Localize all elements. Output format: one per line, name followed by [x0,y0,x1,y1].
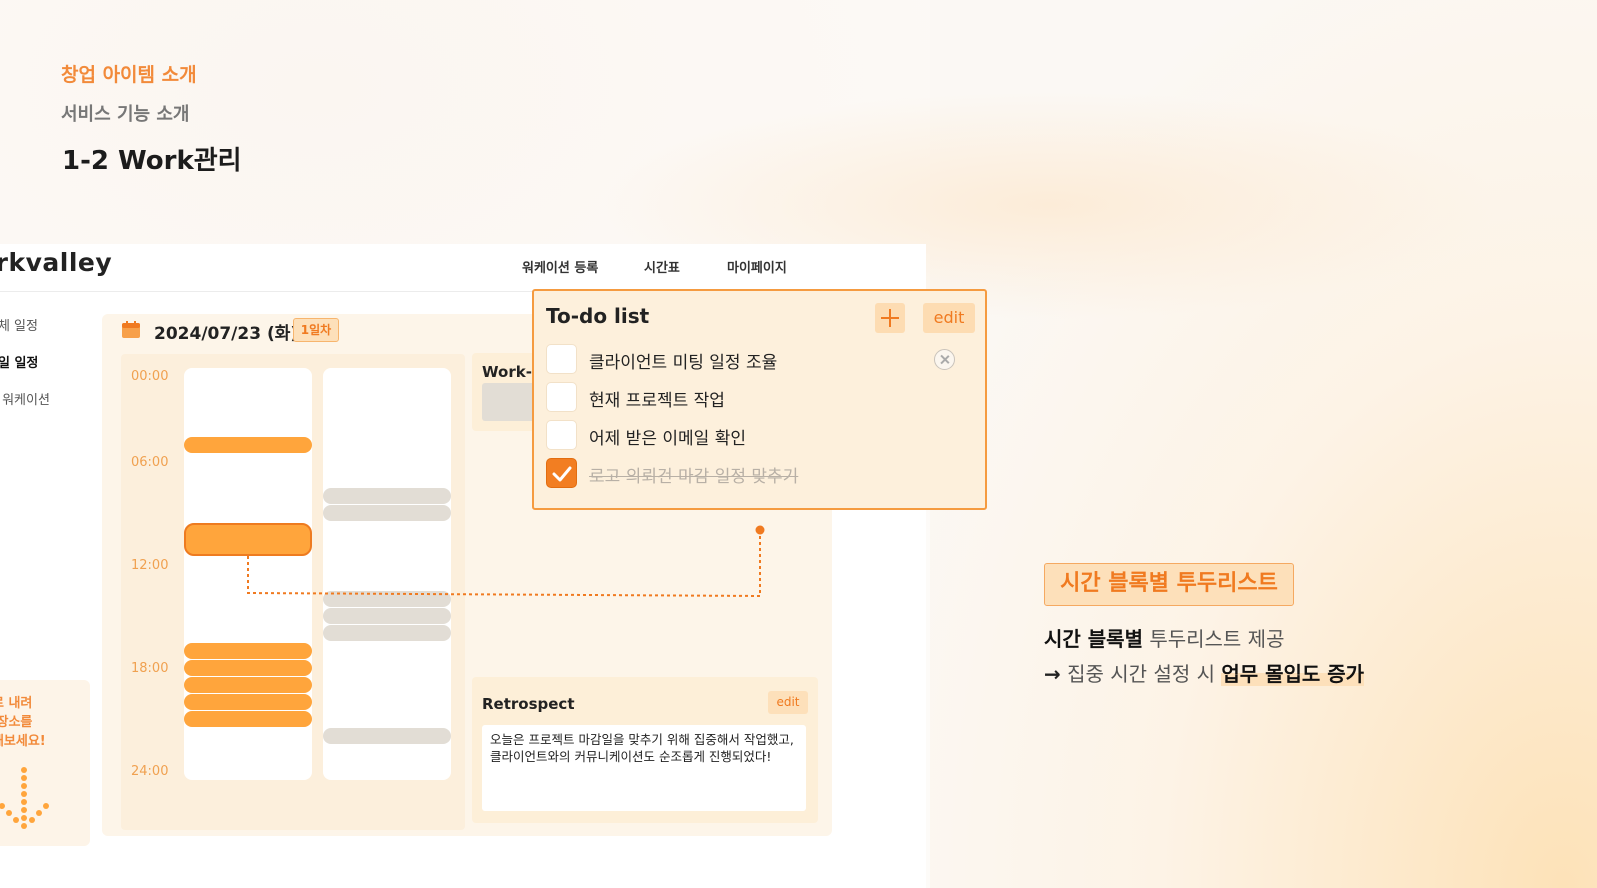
todo-item: 어제 받은 이메일 확인 [546,420,966,450]
todo-checkbox[interactable] [546,420,577,450]
todo-popup: To-do list edit 클라이언트 미팅 일정 조율 현재 프로젝트 작… [532,289,987,510]
checkmark-icon [552,466,572,482]
todo-checkbox[interactable] [546,344,577,374]
todo-item-label: 어제 받은 이메일 확인 [589,429,746,449]
plus-icon[interactable] [875,303,905,333]
todo-checkbox-checked[interactable] [546,458,577,488]
todo-item: 클라이언트 미팅 일정 조율 [546,344,966,374]
feature-tag: 시간 블록별 투두리스트 [1044,563,1294,606]
feature-highlight: 업무 몰입도 증가 [1221,662,1365,686]
todo-item-label-done: 로고 의뢰건 마감 일정 맞추기 [589,467,799,487]
feature-description: 시간 블록별 투두리스트 제공 → 집중 시간 설정 시 업무 몰입도 증가 [1044,622,1365,692]
arrow-right-icon: → [1044,662,1061,686]
todo-item-label: 클라이언트 미팅 일정 조율 [589,353,778,373]
feature-line1-text: 투두리스트 제공 [1142,627,1285,651]
todo-checkbox[interactable] [546,382,577,412]
feature-line1-bold: 시간 블록별 [1044,627,1143,651]
todo-item: 로고 의뢰건 마감 일정 맞추기 [546,458,966,488]
feature-line2-text: 집중 시간 설정 시 [1060,662,1222,686]
todo-edit-button[interactable]: edit [923,303,975,333]
todo-title: To-do list [546,304,650,328]
todo-item-label: 현재 프로젝트 작업 [589,391,725,411]
todo-item: 현재 프로젝트 작업 [546,382,966,412]
